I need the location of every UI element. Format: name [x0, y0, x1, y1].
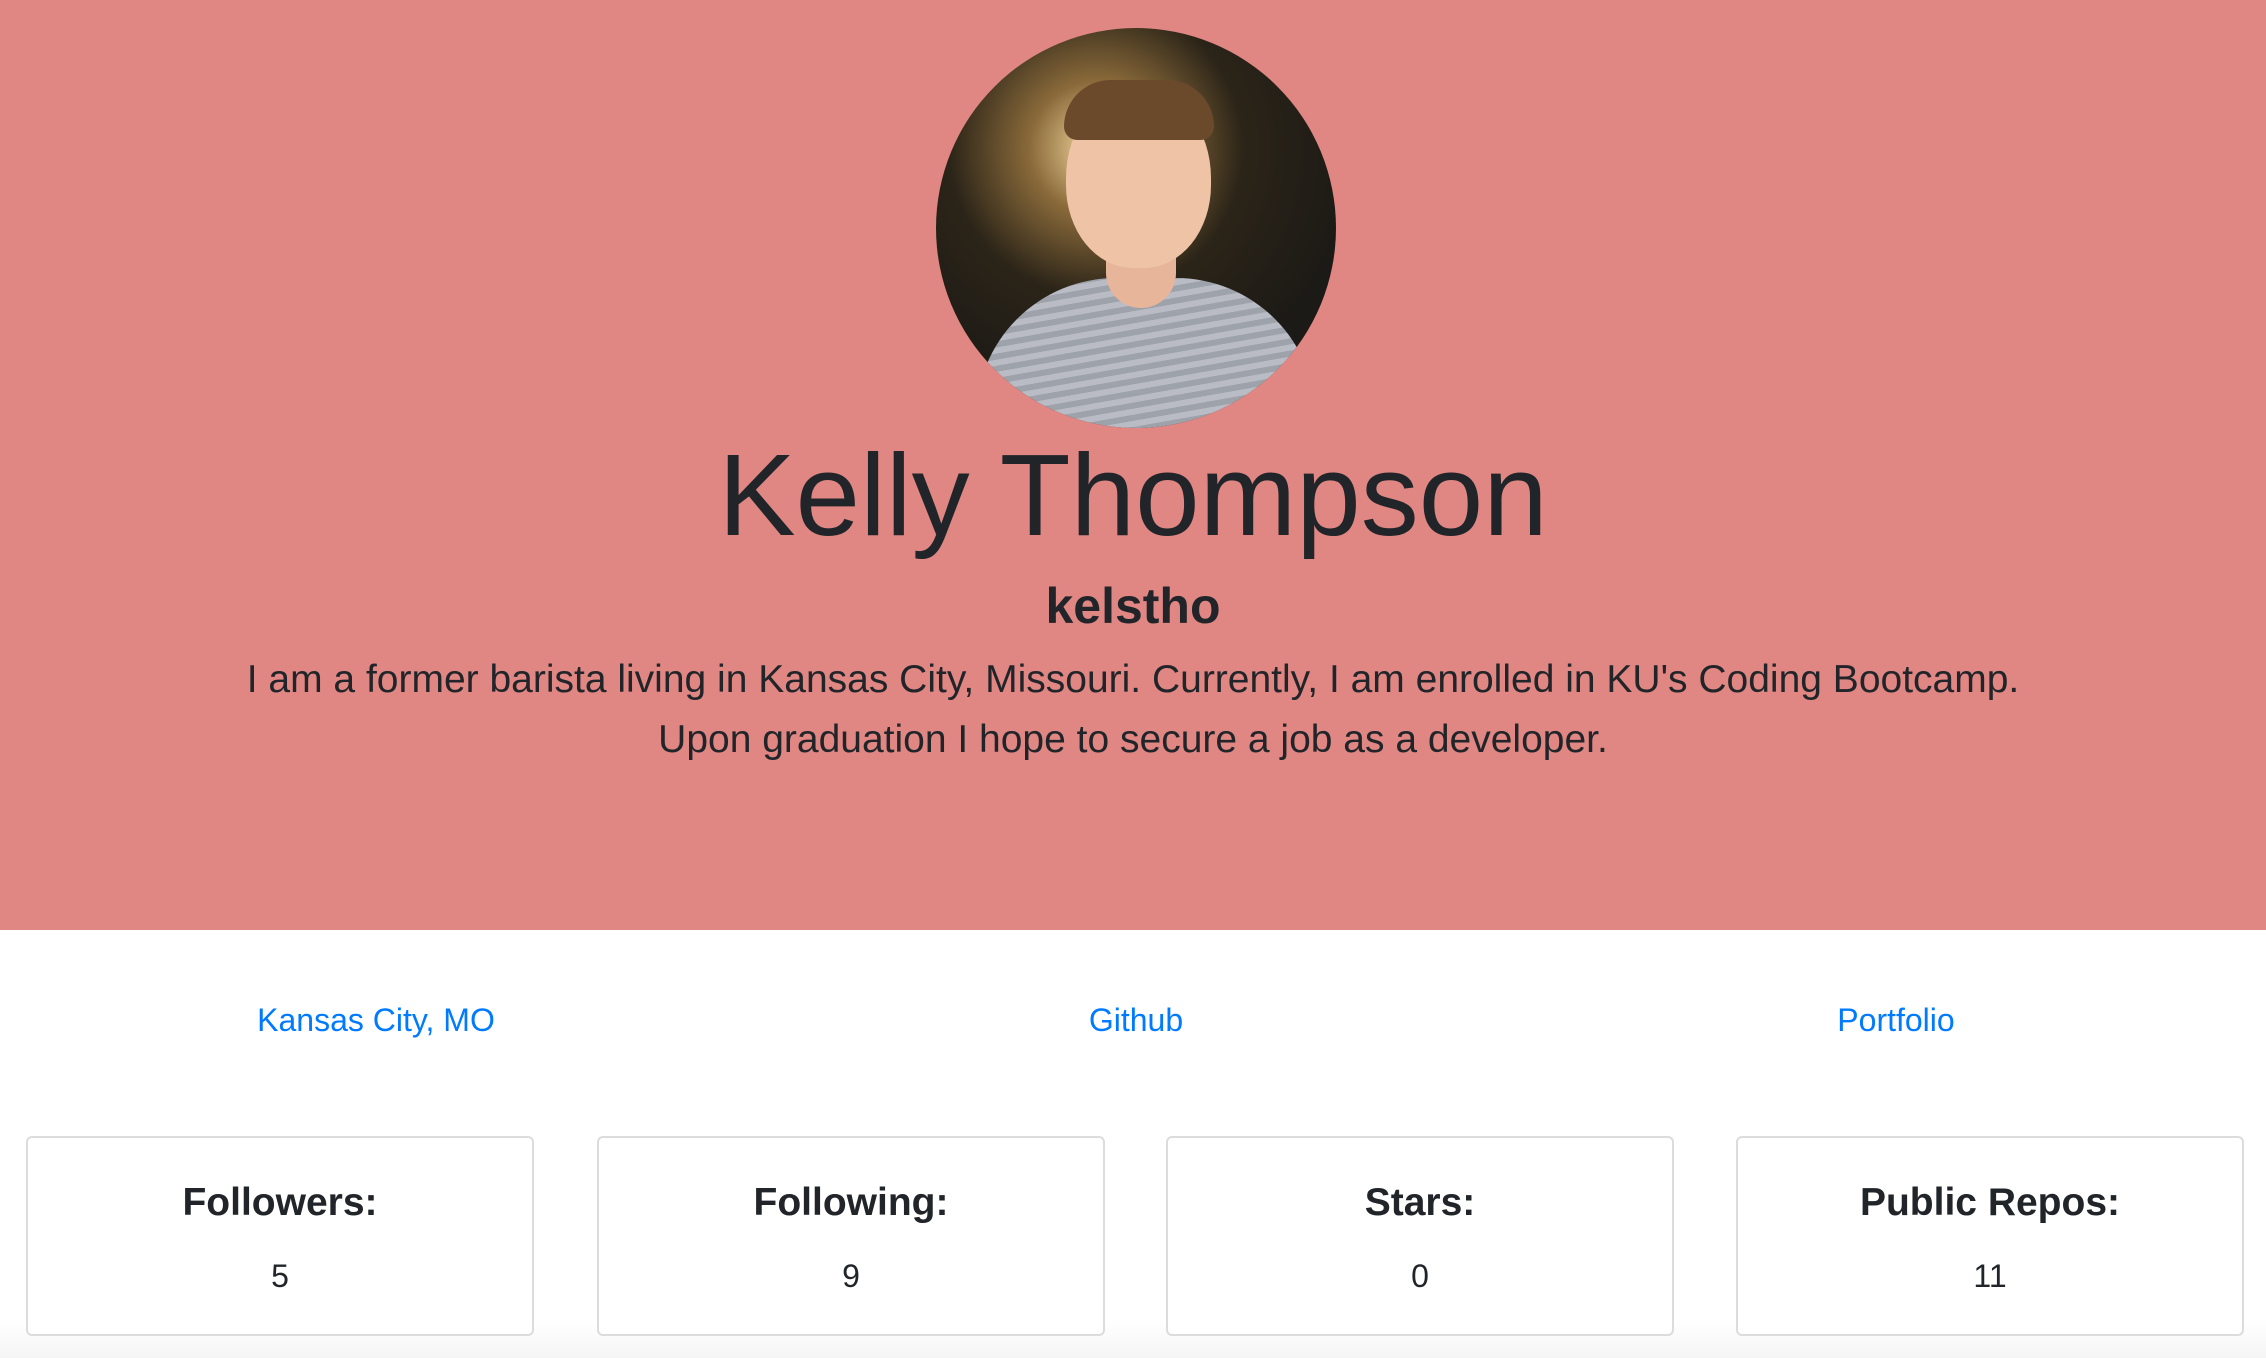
profile-name: Kelly Thompson	[718, 430, 1548, 560]
stat-card-followers: Followers: 5	[26, 1136, 534, 1336]
stat-value: 0	[1411, 1258, 1429, 1294]
stat-label: Followers:	[182, 1181, 378, 1224]
portfolio-link[interactable]: Portfolio	[1596, 995, 2196, 1045]
stat-value: 9	[842, 1258, 860, 1294]
stat-label: Following:	[753, 1181, 949, 1224]
stat-card-following: Following: 9	[597, 1136, 1105, 1336]
stat-label: Stars:	[1364, 1181, 1476, 1224]
github-link[interactable]: Github	[836, 995, 1436, 1045]
profile-header: Kelly Thompson kelstho I am a former bar…	[0, 0, 2266, 930]
stat-card-public-repos: Public Repos: 11	[1736, 1136, 2244, 1336]
stat-card-stars: Stars: 0	[1166, 1136, 1674, 1336]
stat-value: 5	[271, 1258, 289, 1294]
stat-value: 11	[1973, 1258, 2007, 1294]
profile-bio: I am a former barista living in Kansas C…	[246, 658, 2020, 761]
stat-label: Public Repos:	[1859, 1181, 2121, 1224]
location-link[interactable]: Kansas City, MO	[76, 995, 676, 1045]
profile-links: Kansas City, MO Github Portfolio	[0, 995, 2266, 1045]
profile-username: kelstho	[1045, 578, 1221, 634]
avatar-hair	[1064, 80, 1214, 140]
profile-avatar	[936, 28, 1336, 428]
